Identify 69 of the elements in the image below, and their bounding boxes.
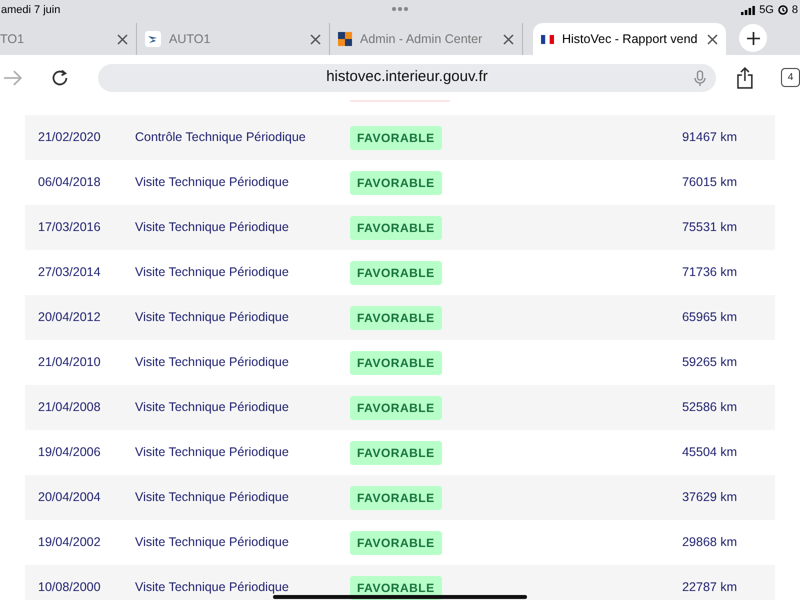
result-badge: FAVORABLE	[350, 396, 442, 420]
date-cell-text: 19/04/2006	[38, 444, 102, 462]
date-cell-text: 21/02/2020	[38, 129, 102, 146]
date-cell-text: 10/08/2000	[38, 579, 102, 596]
mileage-cell-text: 52586 km	[682, 399, 737, 416]
plus-icon	[746, 32, 760, 44]
date-cell-text: 27/03/2014	[38, 264, 102, 282]
inspection-type-cell-text: Visite Technique Périodique	[135, 354, 290, 372]
result-badge: FAVORABLE	[350, 350, 442, 374]
microphone-icon[interactable]	[694, 70, 706, 86]
address-bar[interactable]: histovec.interieur.gouv.fr	[98, 64, 716, 92]
inspection-type-cell-text: Visite Technique Périodique	[135, 444, 290, 462]
date-cell-text: 19/04/2002	[38, 534, 102, 552]
close-icon[interactable]	[117, 34, 128, 44]
date-cell-text: 21/04/2010	[38, 354, 102, 372]
mileage-cell-text: 75531 km	[682, 219, 737, 236]
tab-title: TO1	[0, 30, 26, 48]
mileage-cell-text: 91467 km	[682, 129, 737, 146]
inspection-type-cell-text: Visite Technique Périodique	[135, 534, 290, 552]
tab-title: AUTO1	[169, 30, 212, 48]
tab-title: Admin - Admin Center	[360, 30, 484, 48]
signal-icon	[741, 6, 756, 14]
share-icon[interactable]	[736, 66, 754, 88]
mileage-cell-text: 29868 km	[682, 534, 737, 552]
date-cell-text: 21/04/2008	[38, 399, 102, 416]
reload-icon[interactable]	[50, 68, 70, 88]
result-badge: FAVORABLE	[350, 126, 442, 150]
inspection-type-cell-text: Visite Technique Périodique	[135, 489, 290, 506]
inspection-type-cell-text: Visite Technique Périodique	[135, 309, 290, 326]
inspection-type-cell-text: Contrôle Technique Périodique	[135, 129, 307, 146]
inspection-type-cell-text: Visite Technique Périodique	[135, 399, 290, 416]
result-badge: FAVORABLE	[350, 170, 442, 194]
browser-tab[interactable]: HistoVec - Rapport vend	[533, 23, 726, 55]
mileage-cell-text: 71736 km	[682, 264, 737, 282]
date-cell-text: 17/03/2016	[38, 219, 102, 236]
new-tab-button[interactable]	[739, 24, 767, 52]
tab-count-button[interactable]: 4	[781, 68, 800, 87]
inspection-type-cell-text: Visite Technique Périodique	[135, 264, 290, 282]
result-badge: FAVORABLE	[350, 440, 442, 464]
close-icon[interactable]	[503, 34, 514, 44]
more-icon	[392, 7, 408, 11]
mileage-cell-text: 76015 km	[682, 174, 737, 192]
battery-label: 8	[792, 2, 798, 18]
mileage-cell-text: 65965 km	[682, 309, 737, 326]
date-cell-text: 20/04/2012	[38, 309, 102, 326]
status-date: amedi 7 juin	[1, 2, 60, 18]
mileage-cell-text: 22787 km	[682, 579, 737, 596]
tab-title: HistoVec - Rapport vend	[562, 30, 698, 48]
flag-icon	[541, 34, 554, 44]
result-badge: FAVORABLE	[350, 216, 442, 240]
squares-icon	[338, 32, 352, 46]
alarm-icon	[778, 5, 788, 15]
result-badge: FAVORABLE	[350, 260, 442, 284]
mileage-cell-text: 59265 km	[682, 354, 737, 372]
result-badge: FAVORABLE	[350, 486, 442, 510]
result-badge: FAVORABLE	[350, 306, 442, 330]
bird-icon	[145, 31, 161, 47]
network-label: 5G	[759, 2, 774, 18]
inspection-type-cell-text: Visite Technique Périodique	[135, 174, 290, 192]
close-icon[interactable]	[707, 34, 718, 44]
result-badge: FAVORABLE	[350, 530, 442, 554]
date-cell-text: 06/04/2018	[38, 174, 102, 192]
inspection-type-cell-text: Visite Technique Périodique	[135, 219, 290, 236]
mileage-cell-text: 45504 km	[682, 444, 737, 462]
date-cell-text: 20/04/2004	[38, 489, 102, 506]
mileage-cell-text: 37629 km	[682, 489, 737, 506]
url-text: histovec.interieur.gouv.fr	[325, 67, 489, 88]
inspection-type-cell-text: Visite Technique Périodique	[135, 579, 290, 596]
close-icon[interactable]	[310, 34, 321, 44]
